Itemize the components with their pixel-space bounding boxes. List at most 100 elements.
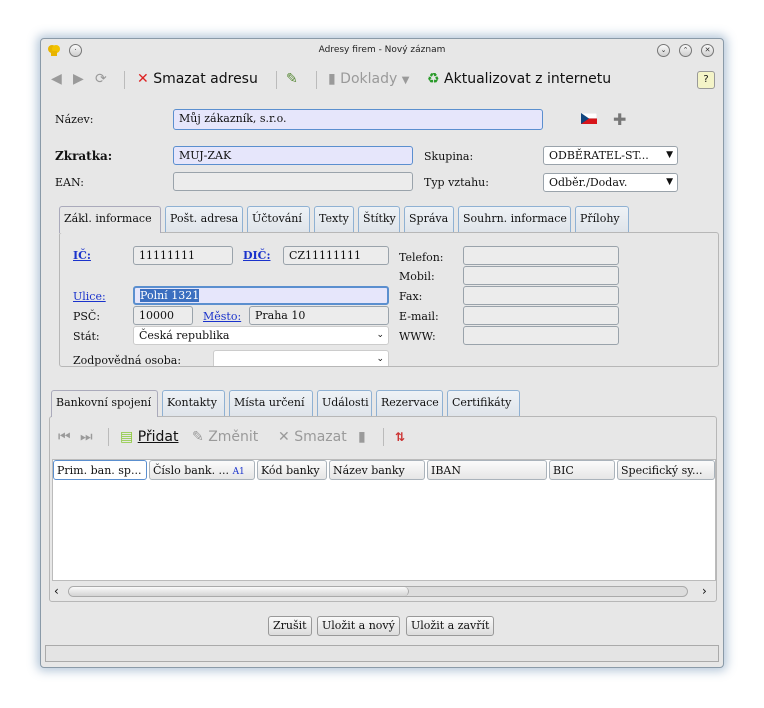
street-value: Polní 1321 (140, 289, 200, 302)
chevron-down-icon: ⌄ (376, 354, 384, 364)
abbrev-label: Zkratka: (55, 149, 113, 163)
www-field[interactable] (463, 326, 619, 345)
tab-attachments[interactable]: Přílohy (575, 206, 629, 232)
dic-link[interactable]: DIČ: (243, 249, 271, 262)
sort-icon[interactable]: ⇅ (395, 423, 405, 451)
ean-field[interactable] (173, 172, 413, 191)
fax-label: Fax: (399, 290, 423, 303)
tab-bank-accounts[interactable]: Bankovní spojení (51, 390, 158, 417)
phone-field[interactable] (463, 246, 619, 265)
refresh-icon[interactable]: ⟳ (95, 69, 107, 91)
chevron-down-icon: ▼ (666, 177, 673, 187)
tab-accounting[interactable]: Účtování (247, 206, 310, 232)
tab-texts[interactable]: Texty (314, 206, 354, 232)
detail-tabs: Zákl. informace Pošt. adresa Účtování Te… (59, 206, 699, 233)
zip-label: PSČ: (73, 310, 101, 323)
czech-flag-icon[interactable] (580, 112, 598, 124)
tab-postal-address[interactable]: Pošt. adresa (165, 206, 243, 232)
ic-link[interactable]: IČ: (73, 249, 91, 262)
column-header-iban[interactable]: IBAN (427, 460, 547, 480)
person-select[interactable]: ⌄ (213, 350, 389, 366)
horizontal-scrollbar[interactable]: ‹ › (52, 583, 716, 599)
internet-update-icon: ♻ (427, 71, 440, 87)
column-header-bank-name[interactable]: Název banky (329, 460, 425, 480)
ic-field[interactable]: 11111111 (133, 246, 233, 265)
status-bar (45, 645, 719, 662)
main-toolbar: ◀ ▶ ⟳ ✕ Smazat adresu ✎ ▮ Doklady ▼ ♻ Ak… (41, 61, 723, 99)
update-from-internet-button[interactable]: ♻ Aktualizovat z internetu (427, 69, 611, 91)
forward-arrow-icon[interactable]: ▶ (73, 69, 84, 91)
column-header-bank-code[interactable]: Kód banky (257, 460, 327, 480)
red-x-icon: ✕ (137, 71, 149, 87)
documents-button[interactable]: ▮ Doklady ▼ (328, 69, 409, 91)
copy-icon[interactable]: ▮ (358, 423, 366, 451)
dic-field[interactable]: CZ11111111 (283, 246, 389, 265)
tab-labels[interactable]: Štítky (358, 206, 400, 232)
tab-certificates[interactable]: Certifikáty (447, 390, 520, 416)
title-bar: · Adresy firem - Nový záznam ⌄ ⌃ ✕ (41, 39, 723, 61)
tab-reservations[interactable]: Rezervace (376, 390, 443, 416)
column-header-specific-symbol[interactable]: Specifický sy... (617, 460, 715, 480)
column-header-bic[interactable]: BIC (549, 460, 615, 480)
name-field[interactable]: Můj zákazník, s.r.o. (173, 109, 543, 130)
email-label: E-mail: (399, 310, 439, 323)
name-label: Název: (55, 113, 94, 126)
scroll-track[interactable] (68, 586, 688, 597)
dropdown-arrow-icon: ▼ (401, 75, 410, 86)
mobile-label: Mobil: (399, 270, 435, 283)
documents-icon: ▮ (328, 71, 336, 87)
tab-management[interactable]: Správa (404, 206, 454, 232)
window-title: Adresy firem - Nový záznam (318, 45, 446, 55)
basic-info-panel: IČ: 11111111 DIČ: CZ11111111 Telefon: Mo… (59, 232, 719, 367)
eraser-icon[interactable]: ✎ (286, 69, 298, 91)
group-select[interactable]: ODBĚRATEL-ST... ▼ (543, 146, 678, 165)
column-header-primary[interactable]: Prim. ban. sp... (53, 460, 147, 480)
delete-address-button[interactable]: ✕ Smazat adresu (137, 69, 258, 91)
cancel-button[interactable]: Zrušit (268, 616, 312, 636)
abbrev-field[interactable]: MUJ-ZAK (173, 146, 413, 165)
related-tabs: Bankovní spojení Kontakty Místa určení U… (51, 390, 711, 417)
tab-contacts[interactable]: Kontakty (162, 390, 225, 416)
delete-button[interactable]: ✕ Smazat (278, 423, 347, 451)
add-button[interactable]: ▤ Přidat (120, 423, 178, 451)
tab-destinations[interactable]: Místa určení (229, 390, 313, 416)
tab-events[interactable]: Události (317, 390, 372, 416)
scroll-left-icon[interactable]: ‹ (54, 584, 59, 598)
dialog-window: · Adresy firem - Nový záznam ⌄ ⌃ ✕ ◀ ▶ ⟳… (40, 38, 724, 668)
save-new-button[interactable]: Uložit a nový (317, 616, 400, 636)
sort-ascending-icon: A1 (232, 467, 245, 477)
back-arrow-icon[interactable]: ◀ (51, 69, 62, 91)
minimize-button[interactable]: ⌄ (657, 44, 670, 57)
crosshair-icon[interactable]: ✚ (613, 110, 626, 129)
relation-select[interactable]: Odběr./Dodav. ▼ (543, 173, 678, 192)
bank-accounts-panel: ⏮ ⏭ ▤ Přidat ✎ Změnit ✕ Smazat ▮ ⇅ Prim.… (49, 416, 717, 602)
tab-summary[interactable]: Souhrn. informace (458, 206, 571, 232)
country-select[interactable]: Česká republika ⌄ (133, 326, 389, 345)
last-record-icon[interactable]: ⏭ (80, 423, 93, 451)
street-link[interactable]: Ulice: (73, 290, 106, 303)
delete-icon: ✕ (278, 429, 290, 445)
close-button[interactable]: ✕ (701, 44, 714, 57)
city-field[interactable]: Praha 10 (249, 306, 389, 325)
save-close-button[interactable]: Uložit a zavřít (406, 616, 495, 636)
bank-grid: Prim. ban. sp... Číslo bank. ... A1 Kód … (52, 459, 716, 581)
email-field[interactable] (463, 306, 619, 325)
edit-icon: ✎ (192, 429, 204, 445)
ean-label: EAN: (55, 176, 84, 189)
relation-label: Typ vztahu: (424, 176, 489, 189)
www-label: WWW: (399, 330, 436, 343)
edit-button[interactable]: ✎ Změnit (192, 423, 258, 451)
help-icon[interactable]: ? (697, 71, 715, 89)
tab-basic-info[interactable]: Zákl. informace (59, 206, 161, 233)
maximize-button[interactable]: ⌃ (679, 44, 692, 57)
zip-field[interactable]: 10000 (133, 306, 193, 325)
city-link[interactable]: Město: (203, 310, 241, 323)
chevron-down-icon: ⌄ (376, 330, 384, 340)
first-record-icon[interactable]: ⏮ (58, 423, 71, 451)
mobile-field[interactable] (463, 266, 619, 285)
street-field[interactable]: Polní 1321 (133, 286, 389, 305)
fax-field[interactable] (463, 286, 619, 305)
scroll-right-icon[interactable]: › (702, 584, 707, 598)
column-header-account-number[interactable]: Číslo bank. ... A1 (149, 460, 255, 480)
scroll-thumb[interactable] (69, 587, 409, 596)
